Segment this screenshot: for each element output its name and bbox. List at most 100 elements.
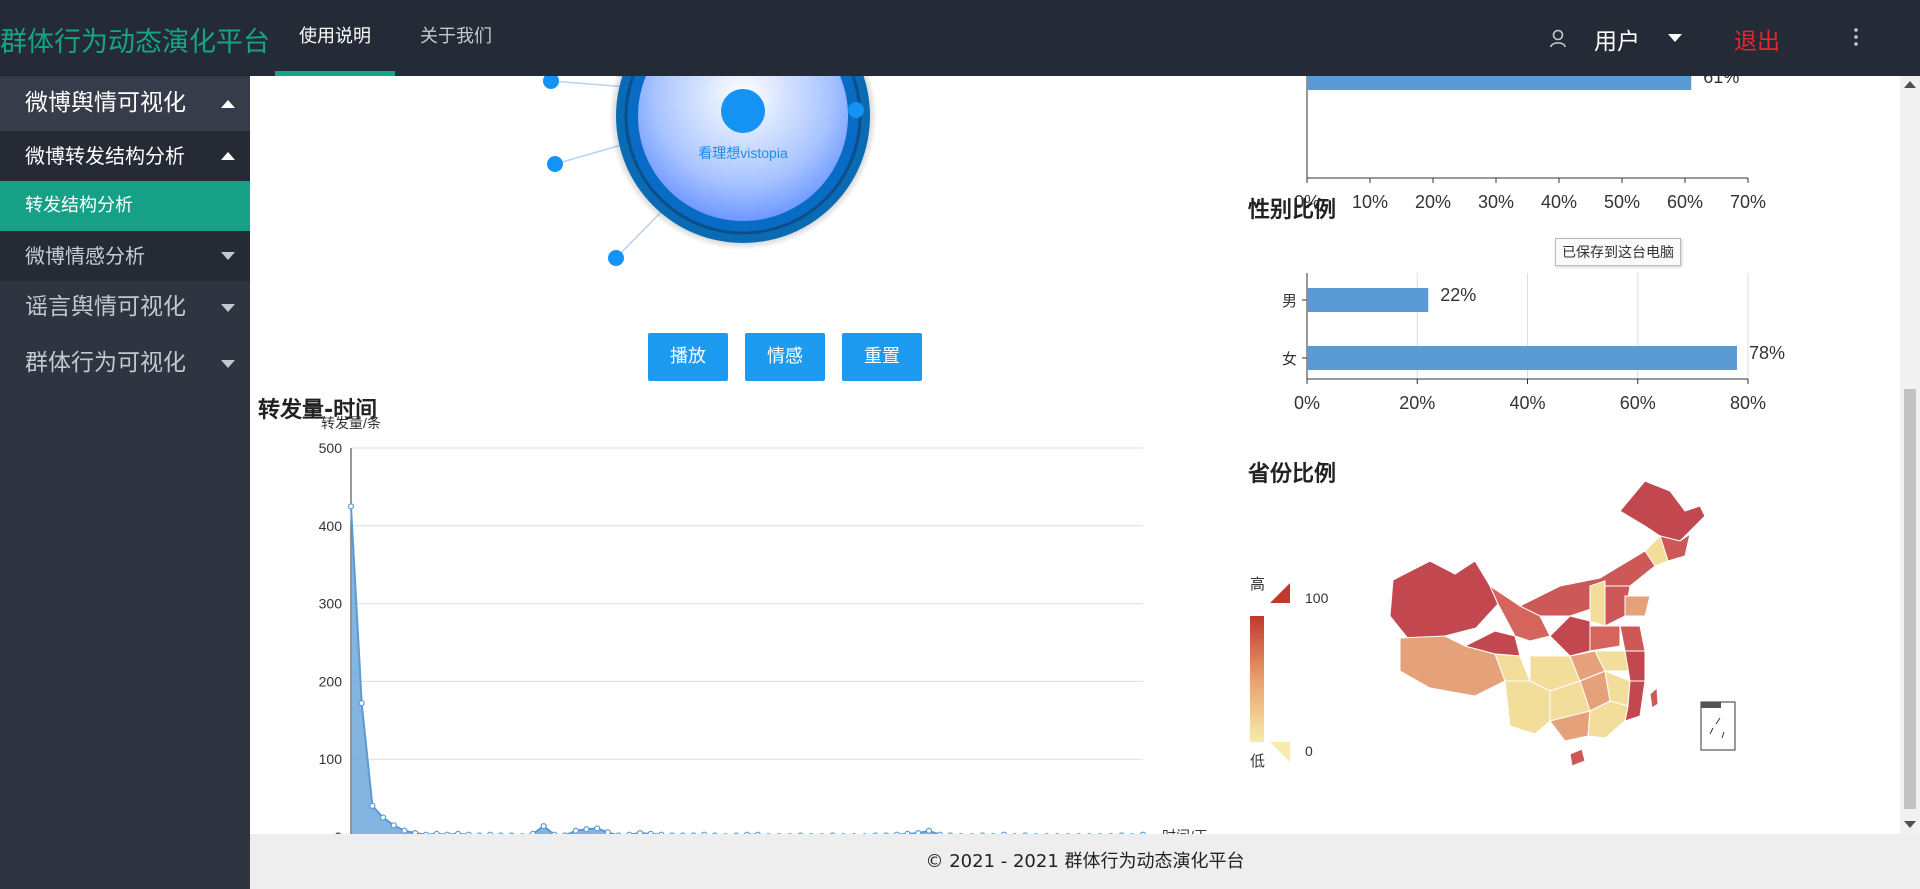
brand-title[interactable]: 群体行为动态演化平台	[0, 20, 270, 59]
bar-value-label: 78%	[1749, 343, 1785, 363]
network-node[interactable]	[547, 156, 563, 172]
province-shaanxi[interactable]	[1549, 615, 1591, 657]
x-tick-label: 40%	[1509, 393, 1545, 413]
series-line	[350, 506, 1143, 834]
data-point[interactable]	[390, 822, 397, 829]
play-button[interactable]: 播放	[648, 333, 728, 381]
x-tick-label: 40%	[1541, 192, 1577, 212]
data-point[interactable]	[401, 827, 408, 834]
province-hainan[interactable]	[1569, 748, 1586, 767]
y-tick-label: 200	[319, 673, 343, 689]
sidebar-item-weibo-opinion[interactable]: 微博舆情可视化	[0, 77, 250, 131]
x-tick-label: 50%	[1604, 192, 1640, 212]
sidebar: 微博舆情可视化 微博转发结构分析 转发结构分析 微博情感分析 谣言舆情可视化 群…	[0, 76, 250, 889]
top-navbar: 群体行为动态演化平台 使用说明 关于我们 用户 退出	[0, 0, 1920, 76]
emotion-button[interactable]: 情感	[745, 333, 825, 381]
hub-center-node[interactable]	[721, 89, 765, 133]
y-tick-label: 400	[319, 518, 343, 534]
chevron-down-icon	[221, 252, 235, 260]
data-point[interactable]	[369, 802, 376, 809]
page-scrollbar[interactable]	[1900, 76, 1920, 834]
top-bar-chart: 0% 10% 20% 30% 40% 50% 60% 70%61%	[1294, 76, 1766, 212]
province-zhejiang[interactable]	[1624, 650, 1646, 682]
bar	[1307, 346, 1737, 370]
chevron-down-icon	[221, 360, 235, 368]
province-shandong[interactable]	[1624, 595, 1651, 617]
data-point[interactable]	[358, 700, 365, 707]
scroll-up-arrow-icon[interactable]	[1904, 81, 1916, 88]
tab-usage[interactable]: 使用说明	[275, 0, 395, 76]
legend-high-handle[interactable]	[1270, 583, 1290, 603]
more-options-icon[interactable]	[1852, 26, 1860, 48]
scroll-down-arrow-icon[interactable]	[1904, 821, 1916, 828]
network-node[interactable]	[848, 102, 864, 118]
legend-min-value: 0	[1305, 743, 1313, 759]
south-china-sea-inset	[1700, 701, 1736, 751]
data-point[interactable]	[594, 825, 601, 832]
province-xinjiang[interactable]	[1389, 560, 1499, 642]
sidebar-item-forward-analysis[interactable]: 转发结构分析	[0, 181, 250, 231]
x-tick-label: 20%	[1399, 393, 1435, 413]
x-tick-label: 60%	[1620, 393, 1656, 413]
data-point[interactable]	[925, 827, 933, 834]
network-node[interactable]	[608, 250, 624, 266]
sidebar-item-rumor-opinion[interactable]: 谣言舆情可视化	[0, 281, 250, 335]
province-taiwan[interactable]	[1649, 686, 1659, 709]
data-point[interactable]	[540, 823, 547, 830]
province-yunnan[interactable]	[1504, 680, 1551, 735]
data-point[interactable]	[347, 503, 355, 510]
data-point[interactable]	[380, 814, 387, 821]
y-tick-label: 500	[319, 440, 343, 456]
y-tick-label: 300	[319, 596, 343, 612]
province-shanxi[interactable]	[1589, 580, 1606, 627]
sidebar-item-label: 微博情感分析	[25, 244, 145, 268]
series-area	[351, 506, 938, 834]
sidebar-item-label: 微博舆情可视化	[25, 90, 186, 116]
province-jiangsu[interactable]	[1619, 625, 1646, 652]
chevron-down-icon	[221, 304, 235, 312]
gender-ratio-chart: 0% 20% 40% 60% 80% 男 22% 女 78%	[1282, 273, 1785, 413]
sidebar-item-label: 群体行为可视化	[25, 350, 186, 376]
user-icon[interactable]	[1547, 28, 1569, 50]
chevron-up-icon	[221, 152, 235, 160]
x-tick-label: 20%	[1415, 192, 1451, 212]
legend-low-label: 低	[1250, 753, 1265, 770]
sidebar-item-forward-structure[interactable]: 微博转发结构分析	[0, 131, 250, 181]
x-tick-label: 60%	[1667, 192, 1703, 212]
y-tick-label: 女	[1282, 350, 1297, 368]
sidebar-item-label: 转发结构分析	[25, 195, 133, 216]
x-tick-label: 0%	[1294, 393, 1320, 413]
y-tick-label: 100	[319, 751, 343, 767]
logout-link[interactable]: 退出	[1734, 22, 1780, 56]
province-heilongjiang[interactable]	[1619, 480, 1706, 542]
legend-max-value: 100	[1305, 590, 1329, 606]
tab-about[interactable]: 关于我们	[420, 0, 492, 76]
province-ratio-map[interactable]: 高 100 0 低	[1250, 466, 1900, 796]
user-menu-label[interactable]: 用户	[1594, 22, 1640, 56]
sidebar-item-label: 谣言舆情可视化	[25, 294, 186, 320]
data-point[interactable]	[583, 826, 590, 833]
sidebar-item-emotion-analysis[interactable]: 微博情感分析	[0, 231, 250, 281]
data-point[interactable]	[572, 827, 579, 834]
x-tick-label: 10%	[1352, 192, 1388, 212]
page-footer: © 2021 - 2021 群体行为动态演化平台	[250, 834, 1920, 889]
gender-ratio-title: 性别比例	[1248, 198, 1337, 223]
visual-map-legend[interactable]: 高 100 0 低	[1250, 576, 1329, 770]
forward-network-graph[interactable]: 看理想vistopia	[250, 76, 1250, 336]
bar	[1307, 76, 1692, 90]
sidebar-item-label: 微博转发结构分析	[25, 144, 185, 168]
sidebar-item-group-behavior[interactable]: 群体行为可视化	[0, 337, 250, 391]
x-tick-label: 70%	[1730, 192, 1766, 212]
forward-time-chart[interactable]: 0100200300400500036912151821242730333639…	[250, 411, 1250, 834]
bar	[1307, 288, 1429, 312]
network-node[interactable]	[543, 76, 559, 89]
reset-button[interactable]: 重置	[842, 333, 922, 381]
y-tick-label: 男	[1282, 293, 1297, 310]
china-map[interactable]	[1389, 480, 1706, 767]
chevron-down-icon[interactable]	[1668, 34, 1682, 42]
bar-value-label: 61%	[1703, 76, 1739, 87]
province-henan[interactable]	[1589, 625, 1621, 652]
legend-low-handle[interactable]	[1270, 742, 1290, 762]
legend-gradient-bar	[1250, 616, 1264, 742]
scroll-thumb[interactable]	[1904, 389, 1916, 809]
